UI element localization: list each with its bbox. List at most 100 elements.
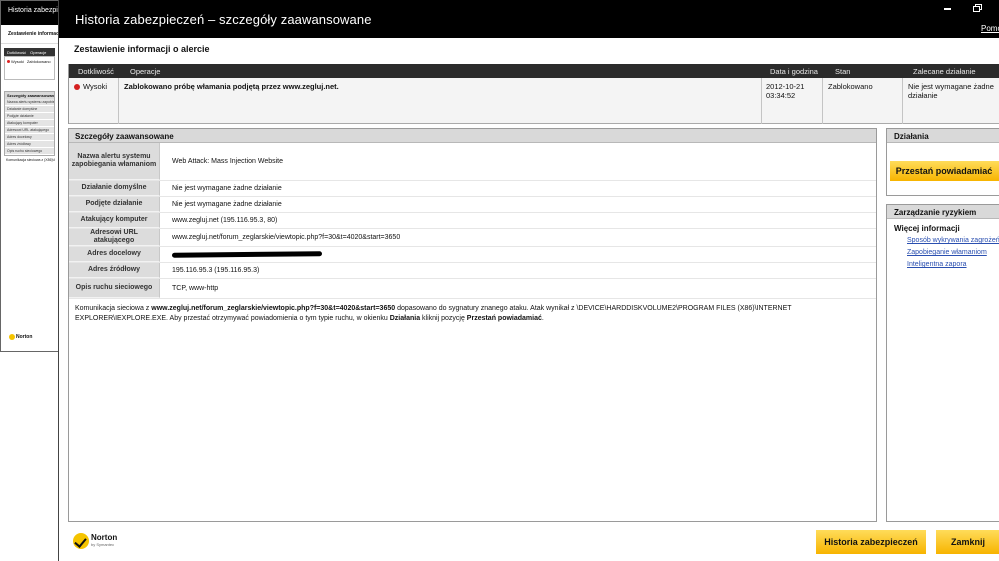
norton-check-icon bbox=[9, 334, 15, 340]
row-date: 2012-10-21 bbox=[766, 82, 805, 91]
close-button[interactable]: Zamknij bbox=[936, 530, 999, 554]
background-description: Komunikacja sieciowa z (X86)\INTERNET EX… bbox=[6, 158, 55, 162]
screen: Historia zabezpieczeń Zestawienie inform… bbox=[0, 0, 999, 561]
detail-label: Nazwa alertu systemu zapobiegania właman… bbox=[69, 143, 160, 180]
background-table-header: Dotkliwość Operacje bbox=[4, 48, 55, 56]
detail-row-attacker-url: Adresowi URL atakującego www.zegluj.net/… bbox=[69, 229, 876, 247]
detail-label: Adres źródłowy bbox=[69, 263, 160, 278]
detail-row-default-action: Działanie domyślne Nie jest wymagane żad… bbox=[69, 181, 876, 197]
description-url: www.zegluj.net/forum_zeglarskie/viewtopi… bbox=[151, 305, 396, 312]
detail-row-traffic: Opis ruchu sieciowego TCP, www-http bbox=[69, 279, 876, 299]
security-history-button[interactable]: Historia zabezpieczeń bbox=[816, 530, 926, 554]
alert-table-header: Dotkliwość Operacje Data i godzina Stan … bbox=[69, 64, 999, 78]
background-label: Opis ruchu sieciowego bbox=[5, 148, 54, 155]
column-divider bbox=[822, 78, 823, 124]
description-actions-word: Działania bbox=[389, 315, 421, 322]
background-logo-text: Norton bbox=[16, 334, 33, 340]
link-threat-detection[interactable]: Sposób wykrywania zagrożeń bbox=[887, 236, 999, 248]
background-summary-title: Zestawienie informacji o alercie bbox=[1, 25, 58, 44]
link-intrusion-prevention[interactable]: Zapobieganie włamaniom bbox=[887, 248, 999, 260]
norton-name: Norton bbox=[91, 533, 118, 542]
row-severity-text: Wysoki bbox=[83, 82, 108, 91]
severity-dot-icon bbox=[7, 60, 10, 63]
link-smart-firewall[interactable]: Inteligentna zapora bbox=[887, 260, 999, 272]
detail-row-attacking-computer: Atakujący komputer www.zegluj.net (195.1… bbox=[69, 213, 876, 229]
background-details-title: Szczegóły zaawansowane bbox=[5, 92, 54, 99]
dialog-title: Historia zabezpieczeń – szczegóły zaawan… bbox=[75, 12, 372, 27]
description-stop-word: Przestań powiadamiać bbox=[466, 315, 542, 322]
detail-value: Nie jest wymagane żadne działanie bbox=[172, 185, 282, 192]
restore-icon[interactable] bbox=[971, 2, 985, 12]
severity-high-icon bbox=[74, 84, 80, 90]
detail-value: 195.116.95.3 (195.116.95.3) bbox=[172, 267, 260, 274]
detail-row-source: Adres źródłowy 195.116.95.3 (195.116.95.… bbox=[69, 263, 876, 279]
background-row-severity-text: Wysoki bbox=[11, 59, 24, 64]
detail-label: Opis ruchu sieciowego bbox=[69, 279, 160, 298]
background-label: Atakujący komputer bbox=[5, 120, 54, 127]
row-recommended-action: Nie jest wymagane żadne działanie bbox=[908, 82, 994, 100]
advanced-details-dialog: Historia zabezpieczeń – szczegóły zaawan… bbox=[58, 0, 999, 561]
col-status[interactable]: Stan bbox=[835, 67, 850, 76]
detail-value: www.zegluj.net (195.116.95.3, 80) bbox=[172, 217, 278, 224]
alert-row[interactable]: Wysoki Zablokowano próbę włamania podjęt… bbox=[69, 78, 999, 124]
column-divider bbox=[902, 78, 903, 124]
background-label: Adres docelowy bbox=[5, 134, 54, 141]
row-operation: Zablokowano próbę włamania podjętą przez… bbox=[124, 82, 339, 91]
background-norton-logo: Norton bbox=[9, 334, 32, 340]
column-divider bbox=[118, 78, 119, 124]
actions-title: Działania bbox=[887, 129, 999, 143]
detail-value: Nie jest wymagane żadne działanie bbox=[172, 201, 282, 208]
col-datetime[interactable]: Data i godzina bbox=[770, 67, 818, 76]
alert-summary-table: Dotkliwość Operacje Data i godzina Stan … bbox=[68, 64, 999, 124]
detail-label: Podjęte działanie bbox=[69, 197, 160, 212]
background-window-title: Historia zabezpieczeń bbox=[1, 1, 58, 25]
background-window[interactable]: Historia zabezpieczeń Zestawienie inform… bbox=[0, 0, 59, 352]
detail-value: www.zegluj.net/forum_zeglarskie/viewtopi… bbox=[172, 234, 401, 241]
detail-label: Adres docelowy bbox=[69, 247, 160, 262]
row-severity: Wysoki bbox=[74, 82, 107, 91]
background-label: Podjęte działanie bbox=[5, 113, 54, 120]
norton-logo: Norton by Symantec bbox=[73, 533, 117, 549]
detail-label: Działanie domyślne bbox=[69, 181, 160, 196]
details-title: Szczegóły zaawansowane bbox=[69, 129, 876, 143]
risk-management-title: Zarządzanie ryzykiem bbox=[887, 205, 999, 219]
norton-check-icon bbox=[73, 533, 89, 549]
background-row-severity: Wysoki bbox=[7, 59, 24, 79]
title-bar[interactable]: Historia zabezpieczeń – szczegóły zaawan… bbox=[59, 0, 999, 38]
description-text: kliknij pozycję bbox=[420, 315, 467, 322]
col-operations[interactable]: Operacje bbox=[130, 67, 160, 76]
detail-value bbox=[160, 247, 876, 262]
redaction-mark bbox=[171, 251, 323, 258]
background-table-row[interactable]: Wysoki Zablokowano bbox=[4, 56, 55, 80]
details-description: Komunikacja sieciowa z www.zegluj.net/fo… bbox=[69, 299, 876, 324]
background-col-severity: Dotkliwość bbox=[7, 50, 27, 55]
detail-value: TCP, www-http bbox=[172, 285, 219, 292]
row-status: Zablokowano bbox=[828, 82, 873, 91]
risk-management-panel: Zarządzanie ryzykiem Więcej informacji S… bbox=[886, 204, 999, 522]
advanced-details-panel: Szczegóły zaawansowane Nazwa alertu syst… bbox=[68, 128, 877, 522]
detail-label: Adresowi URL atakującego bbox=[69, 229, 160, 246]
description-text: . bbox=[541, 315, 544, 322]
norton-logo-text: Norton by Symantec bbox=[91, 534, 117, 548]
background-label: Nazwa alertu systemu zapobiegania właman… bbox=[5, 99, 54, 106]
description-text: Komunikacja sieciowa z bbox=[75, 305, 152, 312]
background-col-operation: Operacje bbox=[30, 50, 47, 55]
minimize-icon[interactable] bbox=[941, 2, 955, 12]
col-recommended-action[interactable]: Zalecane działanie bbox=[913, 67, 976, 76]
column-divider bbox=[761, 78, 762, 124]
stop-notifying-button[interactable]: Przestań powiadamiać bbox=[890, 161, 999, 181]
detail-value: Web Attack: Mass Injection Website bbox=[172, 158, 284, 165]
col-severity[interactable]: Dotkliwość bbox=[78, 67, 114, 76]
background-row-operation: Zablokowano bbox=[26, 59, 51, 64]
detail-label: Atakujący komputer bbox=[69, 213, 160, 228]
summary-title: Zestawienie informacji o alercie bbox=[74, 44, 210, 54]
row-time: 03:34:52 bbox=[766, 91, 796, 100]
help-link[interactable]: Pomoc bbox=[981, 24, 999, 33]
actions-panel: Działania Przestań powiadamiać bbox=[886, 128, 999, 196]
more-info-title: Więcej informacji bbox=[894, 224, 960, 233]
background-label: Działanie domyślne bbox=[5, 106, 54, 113]
detail-row-alert-name: Nazwa alertu systemu zapobiegania właman… bbox=[69, 143, 876, 181]
background-label: Adresowi URL atakującego bbox=[5, 127, 54, 134]
norton-by-symantec: by Symantec bbox=[91, 542, 115, 547]
background-details-panel: Szczegóły zaawansowane Nazwa alertu syst… bbox=[4, 91, 55, 156]
